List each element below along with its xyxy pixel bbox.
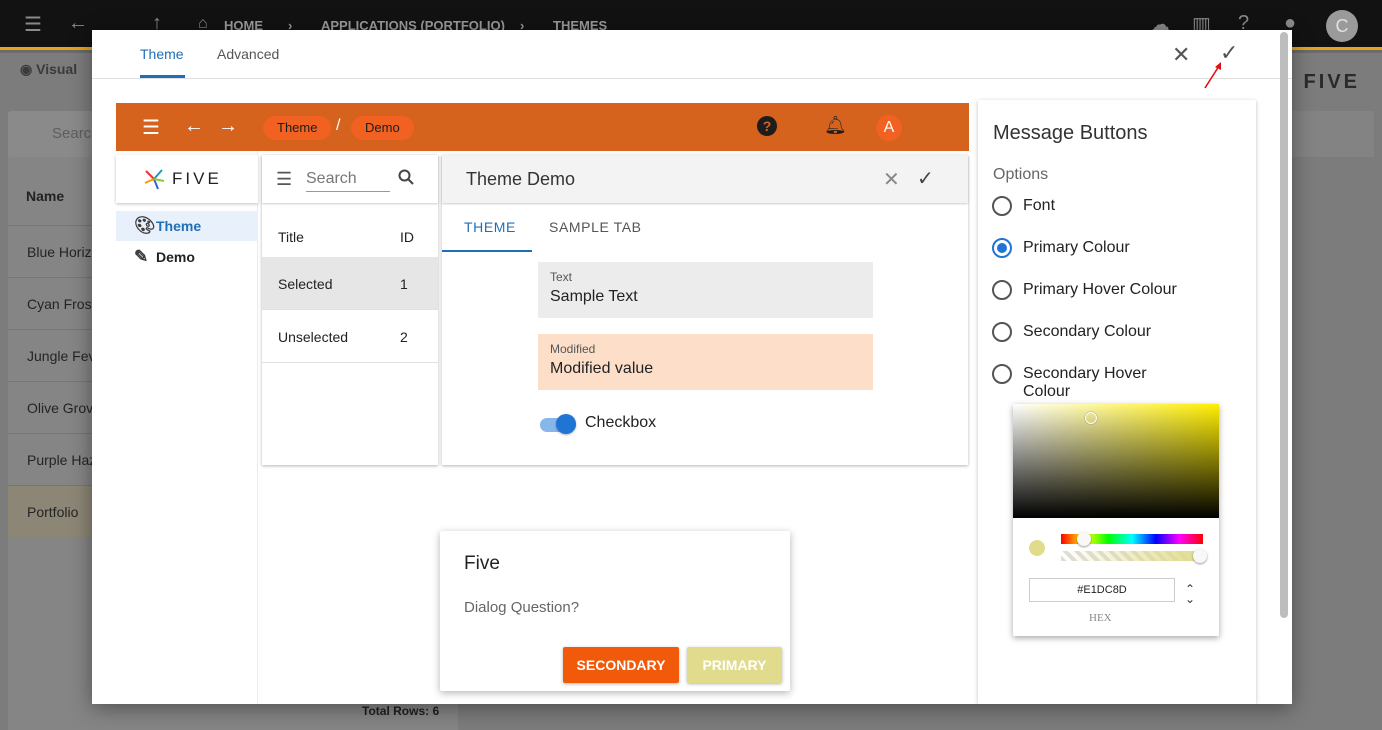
visual-label: ◉ Visual xyxy=(20,61,78,77)
radio-icon[interactable] xyxy=(992,322,1012,342)
preview-logo: FIVE xyxy=(116,155,258,203)
field-label: Text xyxy=(550,270,573,284)
alpha-slider[interactable] xyxy=(1061,551,1203,561)
field-value: Sample Text xyxy=(550,288,638,305)
tab-indicator xyxy=(140,75,185,78)
alpha-handle[interactable] xyxy=(1193,549,1207,563)
saturation-area[interactable] xyxy=(1013,404,1219,518)
list-header: Title ID xyxy=(262,210,438,263)
field-value: Modified value xyxy=(550,360,654,377)
sidebar-item-label: Theme xyxy=(156,218,202,234)
hue-handle[interactable] xyxy=(1077,532,1091,546)
breadcrumb-slash: / xyxy=(336,117,341,134)
hex-label: HEX xyxy=(1089,612,1112,624)
option-font[interactable]: Font xyxy=(992,194,1192,218)
options-label: Options xyxy=(993,166,1049,183)
dialog-question: Dialog Question? xyxy=(464,599,580,616)
primary-button[interactable]: PRIMARY xyxy=(687,647,782,683)
checkbox-label: Checkbox xyxy=(585,414,657,431)
checkbox-toggle[interactable] xyxy=(556,414,576,434)
format-toggle-icon[interactable]: ⌃ ⌄ xyxy=(1185,583,1195,605)
message-buttons-panel: Message Buttons Options Font Primary Col… xyxy=(978,100,1256,704)
preview-dialog: Five Dialog Question? SECONDARY PRIMARY xyxy=(440,531,790,691)
sidebar-item-demo[interactable]: ✎ Demo xyxy=(116,242,258,272)
preview-bell-icon[interactable]: 🔔︎ xyxy=(824,115,847,136)
form-save-icon[interactable]: ✓ xyxy=(917,166,934,191)
form-close-icon[interactable]: ✕ xyxy=(883,167,900,192)
theme-preview: ☰ ← → Theme / Demo ? 🔔︎ A FIVE 🎨︎ Theme … xyxy=(116,103,969,704)
five-logo: FIVE xyxy=(1303,71,1360,93)
modal-scrollbar[interactable] xyxy=(1280,32,1288,618)
preview-form: Theme Demo ✕ ✓ THEME SAMPLE TAB Text Sam… xyxy=(442,155,968,465)
radio-icon[interactable] xyxy=(992,196,1012,216)
red-arrow-annotation-icon xyxy=(1204,62,1221,89)
five-logo-icon xyxy=(144,169,165,190)
theme-editor-modal: Theme Advanced ✕ ✓ ☰ ← → Theme / Demo ? … xyxy=(92,30,1292,704)
tab-theme[interactable]: Theme xyxy=(140,46,184,62)
text-field[interactable]: Text Sample Text xyxy=(538,262,873,318)
sidebar-item-theme[interactable]: 🎨︎ Theme xyxy=(116,211,258,241)
saturation-cursor[interactable] xyxy=(1085,412,1097,424)
form-tab-indicator xyxy=(442,250,532,252)
hex-input[interactable]: #E1DC8D xyxy=(1029,578,1175,602)
filter-icon[interactable]: ☰ xyxy=(276,169,292,190)
secondary-button[interactable]: SECONDARY xyxy=(563,647,679,683)
table-row[interactable]: Selected 1 xyxy=(262,257,438,310)
radio-icon[interactable] xyxy=(992,280,1012,300)
option-secondary-colour[interactable]: Secondary Colour xyxy=(992,320,1192,344)
color-swatch xyxy=(1029,540,1045,556)
preview-sidebar: FIVE 🎨︎ Theme ✎ Demo xyxy=(116,151,258,704)
preview-forward-icon[interactable]: → xyxy=(218,115,238,138)
menu-icon[interactable]: ☰ xyxy=(24,12,42,37)
search-icon[interactable] xyxy=(398,169,414,185)
preview-search: ☰ Search xyxy=(262,155,438,203)
preview-help-icon[interactable]: ? xyxy=(757,116,777,136)
modal-tab-bar: Theme Advanced ✕ ✓ xyxy=(92,30,1292,89)
preview-back-icon[interactable]: ← xyxy=(184,115,204,138)
tab-form-theme[interactable]: THEME xyxy=(464,219,516,235)
table-row[interactable]: Unselected 2 xyxy=(262,310,438,363)
modified-field[interactable]: Modified Modified value xyxy=(538,334,873,390)
breadcrumb-chip-demo[interactable]: Demo xyxy=(351,116,414,140)
form-title: Theme Demo xyxy=(466,169,576,189)
radio-icon[interactable] xyxy=(992,364,1012,384)
back-icon[interactable]: ← xyxy=(68,12,88,35)
total-rows: Total Rows: 6 xyxy=(362,704,440,718)
breadcrumb-chip-theme[interactable]: Theme xyxy=(263,116,332,140)
tab-sample[interactable]: SAMPLE TAB xyxy=(549,219,642,235)
sidebar-item-label: Demo xyxy=(156,249,195,265)
option-primary-hover-colour[interactable]: Primary Hover Colour xyxy=(992,278,1192,302)
eyedropper-icon: ✎ xyxy=(134,247,149,266)
option-secondary-hover-colour[interactable]: Secondary Hover Colour xyxy=(992,362,1192,400)
option-primary-colour[interactable]: Primary Colour xyxy=(992,236,1192,260)
preview-header: ☰ ← → Theme / Demo ? 🔔︎ A xyxy=(116,103,969,151)
palette-icon: 🎨︎ xyxy=(134,216,156,235)
close-icon[interactable]: ✕ xyxy=(1172,42,1190,68)
radio-checked-icon[interactable] xyxy=(992,238,1012,258)
eye-icon: ◉ xyxy=(20,61,33,77)
field-label: Modified xyxy=(550,342,596,356)
color-picker: #E1DC8D ⌃ ⌄ HEX xyxy=(1013,404,1219,636)
column-header-name: Name xyxy=(26,188,65,204)
preview-logo-text: FIVE xyxy=(172,169,222,188)
column-header-title: Title xyxy=(278,229,304,245)
tab-advanced[interactable]: Advanced xyxy=(217,46,279,62)
user-avatar[interactable]: C xyxy=(1326,10,1358,42)
preview-menu-icon[interactable]: ☰ xyxy=(142,115,160,140)
dialog-title: Five xyxy=(464,553,500,574)
preview-list: ☰ Search Title ID Selected 1 Unselected … xyxy=(262,155,438,465)
column-header-id: ID xyxy=(400,229,414,245)
preview-search-input[interactable]: Search xyxy=(306,170,390,192)
panel-title: Message Buttons xyxy=(993,122,1148,144)
preview-avatar[interactable]: A xyxy=(876,115,902,141)
form-titlebar: Theme Demo ✕ ✓ xyxy=(442,155,968,203)
